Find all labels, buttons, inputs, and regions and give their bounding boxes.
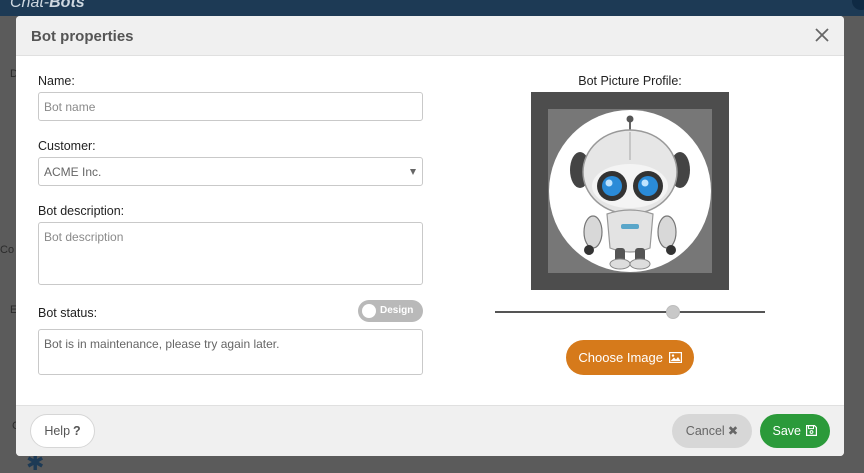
zoom-slider-thumb[interactable] bbox=[666, 305, 681, 319]
save-button[interactable]: Save bbox=[760, 414, 830, 448]
status-message-textarea[interactable]: Bot is in maintenance, please try again … bbox=[38, 329, 423, 375]
customer-label: Customer: bbox=[38, 139, 96, 153]
status-label: Bot status: bbox=[38, 306, 98, 320]
floppy-disk-icon bbox=[806, 425, 818, 436]
bot-avatar-image bbox=[549, 110, 711, 272]
close-icon bbox=[815, 28, 829, 42]
cancel-button[interactable]: Cancel ✖ bbox=[672, 414, 752, 448]
app-logo-bold: Bots bbox=[49, 0, 85, 11]
bot-properties-modal: Bot properties Name: Bot name Customer: … bbox=[16, 16, 844, 456]
name-label: Name: bbox=[38, 74, 75, 88]
status-toggle[interactable]: Design bbox=[358, 300, 423, 322]
close-button[interactable] bbox=[812, 25, 832, 45]
caret-down-icon bbox=[410, 169, 416, 175]
help-button[interactable]: Help? bbox=[30, 414, 95, 448]
modal-header: Bot properties bbox=[16, 16, 844, 56]
help-label: Help bbox=[44, 424, 71, 438]
app-topbar: Chat-Bots bbox=[0, 0, 864, 16]
description-textarea[interactable]: Bot description bbox=[38, 222, 423, 285]
times-icon: ✖ bbox=[727, 424, 739, 438]
picture-crop-frame[interactable] bbox=[531, 92, 729, 290]
picture-label: Bot Picture Profile: bbox=[578, 74, 682, 88]
robot-icon bbox=[570, 115, 690, 270]
customer-selected-value: ACME Inc. bbox=[44, 165, 102, 179]
cancel-label: Cancel bbox=[685, 424, 725, 438]
toggle-knob bbox=[362, 304, 376, 318]
customer-select[interactable]: ACME Inc. bbox=[38, 157, 423, 186]
modal-title: Bot properties bbox=[31, 28, 134, 45]
choose-image-label: Choose Image bbox=[578, 350, 663, 365]
modal-footer: Help? Cancel ✖ Save bbox=[16, 405, 844, 456]
zoom-slider-track[interactable] bbox=[495, 311, 765, 313]
bg-text-fragment: Co bbox=[0, 244, 15, 256]
status-toggle-label: Design bbox=[380, 305, 414, 316]
description-label: Bot description: bbox=[38, 204, 125, 218]
choose-image-button[interactable]: Choose Image bbox=[566, 340, 694, 375]
app-logo-prefix: Chat- bbox=[10, 0, 50, 11]
question-icon: ? bbox=[73, 424, 81, 438]
image-icon bbox=[668, 352, 682, 364]
save-label: Save bbox=[772, 424, 802, 438]
user-avatar bbox=[852, 0, 864, 10]
name-input[interactable]: Bot name bbox=[38, 92, 423, 121]
app-logo: Chat-Bots bbox=[10, 0, 85, 12]
